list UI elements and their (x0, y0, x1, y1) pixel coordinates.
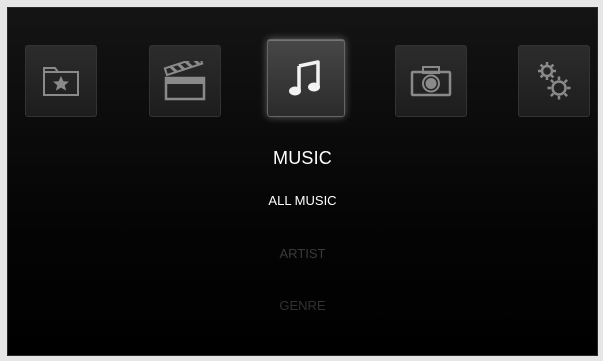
camera-icon (410, 66, 452, 97)
music-note-icon (289, 60, 320, 96)
music-tile[interactable] (267, 39, 345, 117)
menu-item-artist[interactable]: ARTIST (8, 246, 597, 261)
settings-gears-icon (538, 62, 571, 100)
section-title: MUSIC (273, 148, 332, 168)
favorites-tile[interactable] (25, 45, 97, 117)
media-player-screen: MUSIC ALL MUSIC ARTIST GENRE (7, 7, 598, 356)
favorites-folder-icon (43, 67, 79, 96)
menu-item-all-music[interactable]: ALL MUSIC (8, 193, 597, 208)
photo-tile[interactable] (395, 45, 467, 117)
video-tile[interactable] (149, 45, 221, 117)
video-clapperboard-icon (163, 61, 206, 101)
menu-item-genre[interactable]: GENRE (8, 298, 597, 313)
settings-tile[interactable] (518, 45, 590, 117)
